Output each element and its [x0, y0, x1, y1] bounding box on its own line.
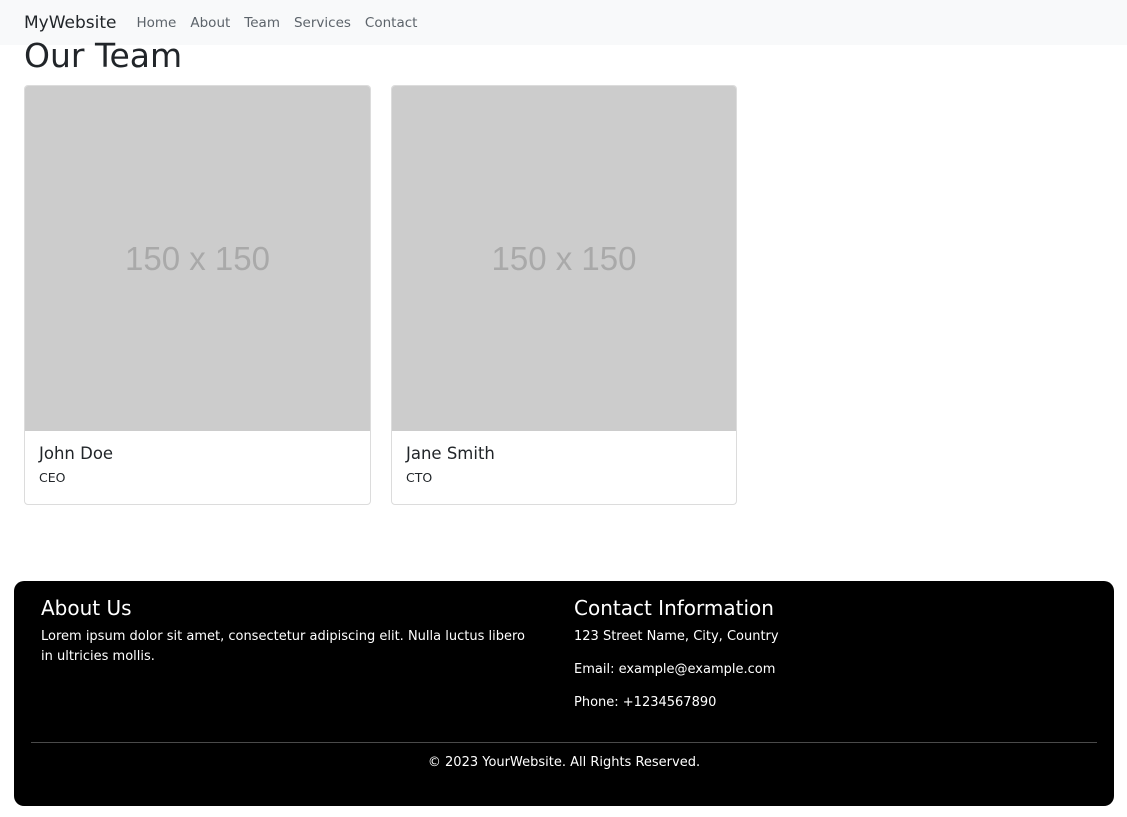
nav-link-team[interactable]: Team [244, 15, 280, 31]
contact-email: Email: example@example.com [574, 662, 776, 677]
footer-contact-section: Contact Information 123 Street Name, Cit… [574, 596, 1074, 726]
footer: About Us Lorem ipsum dolor sit amet, con… [14, 581, 1114, 806]
nav-link-home[interactable]: Home [137, 15, 177, 31]
member-name: John Doe [39, 444, 114, 463]
contact-heading: Contact Information [574, 596, 774, 620]
placeholder-text: 150 x 150 [491, 239, 637, 277]
copyright-text: © 2023 YourWebsite. All Rights Reserved. [427, 755, 701, 770]
placeholder-text: 150 x 150 [125, 239, 270, 277]
contact-address: 123 Street Name, City, Country [574, 629, 779, 644]
footer-divider [31, 742, 1097, 743]
profile-image-placeholder: 150 x 150 [392, 86, 736, 431]
team-card-jane-smith: 150 x 150 Jane Smith CTO [391, 85, 737, 505]
about-text: Lorem ipsum dolor sit amet, consectetur … [41, 629, 525, 664]
card-body: John Doe CEO [25, 431, 370, 498]
page-title: Our Team [24, 36, 183, 75]
brand-link[interactable]: MyWebsite [24, 13, 117, 33]
about-heading: About Us [41, 596, 132, 620]
nav-link-services[interactable]: Services [294, 15, 351, 31]
member-role: CTO [406, 470, 433, 485]
member-role: CEO [39, 470, 66, 485]
profile-image-placeholder: 150 x 150 [25, 86, 370, 431]
nav-link-contact[interactable]: Contact [365, 15, 418, 31]
card-body: Jane Smith CTO [392, 431, 736, 498]
footer-about-section: About Us Lorem ipsum dolor sit amet, con… [41, 596, 531, 667]
member-name: Jane Smith [406, 444, 495, 463]
contact-phone: Phone: +1234567890 [574, 695, 717, 710]
nav-link-about[interactable]: About [190, 15, 230, 31]
team-card-john-doe: 150 x 150 John Doe CEO [24, 85, 371, 505]
